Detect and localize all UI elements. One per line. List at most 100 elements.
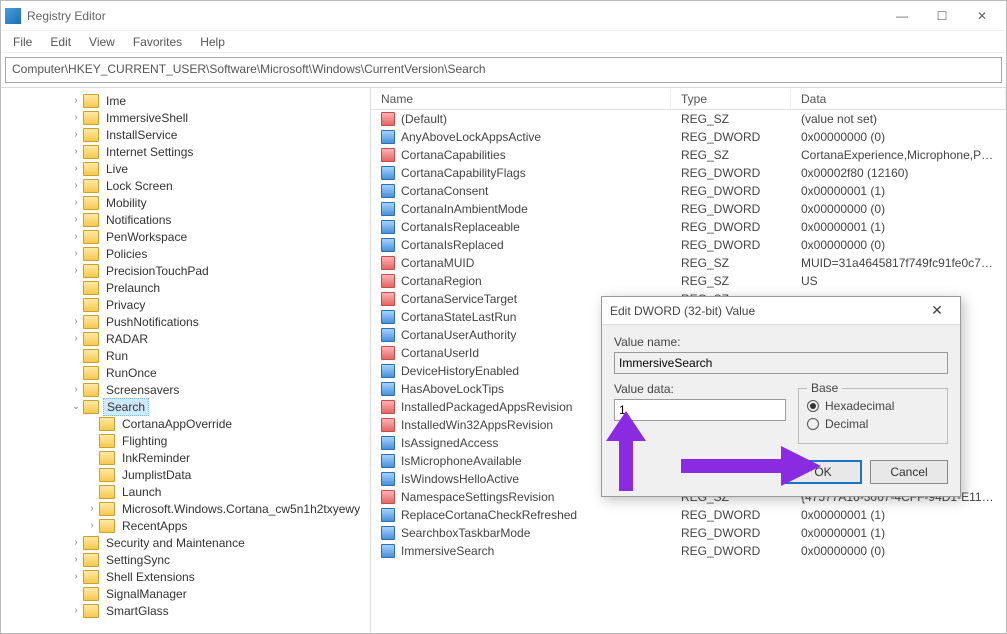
value-name-input[interactable]: [614, 352, 948, 374]
tree-item[interactable]: CortanaAppOverride: [1, 415, 370, 432]
reg-sz-icon: [381, 256, 395, 270]
tree-item[interactable]: ›Mobility: [1, 194, 370, 211]
radio-decimal[interactable]: Decimal: [807, 417, 939, 431]
value-row[interactable]: CortanaCapabilityFlagsREG_DWORD0x00002f8…: [371, 164, 1006, 182]
tree-item[interactable]: ›PenWorkspace: [1, 228, 370, 245]
chevron-right-icon[interactable]: ›: [69, 145, 83, 159]
maximize-button[interactable]: ☐: [922, 1, 962, 31]
value-row[interactable]: CortanaRegionREG_SZUS: [371, 272, 1006, 290]
tree-item[interactable]: Run: [1, 347, 370, 364]
chevron-right-icon[interactable]: ›: [69, 196, 83, 210]
menu-help[interactable]: Help: [192, 33, 233, 51]
folder-icon: [99, 451, 115, 465]
chevron-right-icon[interactable]: ›: [69, 213, 83, 227]
chevron-right-icon[interactable]: ›: [69, 536, 83, 550]
tree-item[interactable]: ›ImmersiveShell: [1, 109, 370, 126]
value-row[interactable]: CortanaIsReplacedREG_DWORD0x00000000 (0): [371, 236, 1006, 254]
radio-dot-icon: [807, 400, 819, 412]
chevron-right-icon[interactable]: ›: [69, 264, 83, 278]
chevron-right-icon[interactable]: ›: [69, 128, 83, 142]
value-name: InstalledPackagedAppsRevision: [401, 400, 572, 414]
tree-item[interactable]: ›PushNotifications: [1, 313, 370, 330]
tree-item[interactable]: ›Live: [1, 160, 370, 177]
value-row[interactable]: CortanaInAmbientModeREG_DWORD0x00000000 …: [371, 200, 1006, 218]
dialog-titlebar[interactable]: Edit DWORD (32-bit) Value ✕: [602, 297, 960, 325]
chevron-right-icon[interactable]: ›: [69, 604, 83, 618]
tree-item[interactable]: RunOnce: [1, 364, 370, 381]
tree-item[interactable]: ⌄Search: [1, 398, 370, 415]
tree-item-label: Internet Settings: [103, 144, 196, 160]
value-row[interactable]: AnyAboveLockAppsActiveREG_DWORD0x0000000…: [371, 128, 1006, 146]
chevron-right-icon[interactable]: ›: [69, 111, 83, 125]
value-row[interactable]: CortanaConsentREG_DWORD0x00000001 (1): [371, 182, 1006, 200]
chevron-right-icon[interactable]: ›: [69, 94, 83, 108]
address-text[interactable]: Computer\HKEY_CURRENT_USER\Software\Micr…: [6, 58, 1001, 82]
chevron-right-icon[interactable]: ›: [85, 502, 99, 516]
tree-item[interactable]: JumplistData: [1, 466, 370, 483]
tree-item[interactable]: ›InstallService: [1, 126, 370, 143]
tree-item[interactable]: ›Notifications: [1, 211, 370, 228]
tree-item[interactable]: ›Policies: [1, 245, 370, 262]
tree-item[interactable]: ›Screensavers: [1, 381, 370, 398]
tree-item[interactable]: ›Shell Extensions: [1, 568, 370, 585]
chevron-right-icon[interactable]: ›: [69, 162, 83, 176]
tree-item[interactable]: ›RADAR: [1, 330, 370, 347]
tree-item[interactable]: Launch: [1, 483, 370, 500]
menu-edit[interactable]: Edit: [42, 33, 79, 51]
value-name: CortanaMUID: [401, 256, 474, 270]
cancel-button[interactable]: Cancel: [870, 460, 948, 484]
chevron-right-icon[interactable]: ›: [69, 315, 83, 329]
radio-hexadecimal[interactable]: Hexadecimal: [807, 399, 939, 413]
tree-item[interactable]: ›Security and Maintenance: [1, 534, 370, 551]
reg-sz-icon: [381, 148, 395, 162]
tree-item[interactable]: ›Lock Screen: [1, 177, 370, 194]
value-row[interactable]: SearchboxTaskbarModeREG_DWORD0x00000001 …: [371, 524, 1006, 542]
value-row[interactable]: CortanaCapabilitiesREG_SZCortanaExperien…: [371, 146, 1006, 164]
tree-item[interactable]: Flighting: [1, 432, 370, 449]
value-row[interactable]: CortanaMUIDREG_SZMUID=31a4645817f749fc91…: [371, 254, 1006, 272]
chevron-right-icon[interactable]: ›: [69, 570, 83, 584]
ok-button[interactable]: OK: [784, 460, 862, 484]
value-row[interactable]: (Default)REG_SZ(value not set): [371, 110, 1006, 128]
menu-view[interactable]: View: [81, 33, 123, 51]
close-button[interactable]: ✕: [962, 1, 1002, 31]
tree-item[interactable]: SignalManager: [1, 585, 370, 602]
tree-item[interactable]: Privacy: [1, 296, 370, 313]
tree-item[interactable]: › Ime: [1, 92, 370, 109]
chevron-right-icon[interactable]: ›: [69, 332, 83, 346]
value-row[interactable]: ImmersiveSearchREG_DWORD0x00000000 (0): [371, 542, 1006, 560]
folder-icon: [83, 111, 99, 125]
column-data[interactable]: Data: [791, 89, 1006, 109]
tree-item[interactable]: InkReminder: [1, 449, 370, 466]
tree-item[interactable]: ›Microsoft.Windows.Cortana_cw5n1h2txyewy: [1, 500, 370, 517]
value-data-input[interactable]: [614, 399, 786, 421]
dialog-close-icon[interactable]: ✕: [922, 302, 952, 319]
tree-pane[interactable]: ›Ime›ImmersiveShell›InstallService›Inter…: [1, 88, 371, 633]
chevron-right-icon[interactable]: ›: [85, 519, 99, 533]
chevron-right-icon[interactable]: ›: [69, 179, 83, 193]
tree-item[interactable]: ›PrecisionTouchPad: [1, 262, 370, 279]
value-row[interactable]: CortanaIsReplaceableREG_DWORD0x00000001 …: [371, 218, 1006, 236]
tree-item[interactable]: ›SmartGlass: [1, 602, 370, 619]
tree-item[interactable]: ›SettingSync: [1, 551, 370, 568]
chevron-right-icon[interactable]: ›: [69, 247, 83, 261]
tree-item[interactable]: › Internet Settings: [1, 143, 370, 160]
tree-item[interactable]: ›RecentApps: [1, 517, 370, 534]
tree-item-label: Ime: [103, 93, 129, 109]
menu-favorites[interactable]: Favorites: [125, 33, 190, 51]
chevron-right-icon[interactable]: ›: [69, 230, 83, 244]
registry-tree[interactable]: ›Ime›ImmersiveShell›InstallService›Inter…: [1, 92, 370, 619]
chevron-down-icon[interactable]: ⌄: [69, 400, 83, 414]
menu-file[interactable]: File: [5, 33, 40, 51]
folder-icon: [83, 213, 99, 227]
column-type[interactable]: Type: [671, 89, 791, 109]
value-row[interactable]: ReplaceCortanaCheckRefreshedREG_DWORD0x0…: [371, 506, 1006, 524]
address-bar[interactable]: Computer\HKEY_CURRENT_USER\Software\Micr…: [5, 57, 1002, 83]
column-name[interactable]: Name: [371, 89, 671, 109]
minimize-button[interactable]: —: [882, 1, 922, 31]
chevron-right-icon[interactable]: ›: [69, 383, 83, 397]
tree-item[interactable]: Prelaunch: [1, 279, 370, 296]
value-name: CortanaConsent: [401, 184, 488, 198]
chevron-right-icon[interactable]: ›: [69, 553, 83, 567]
value-name: DeviceHistoryEnabled: [401, 364, 519, 378]
